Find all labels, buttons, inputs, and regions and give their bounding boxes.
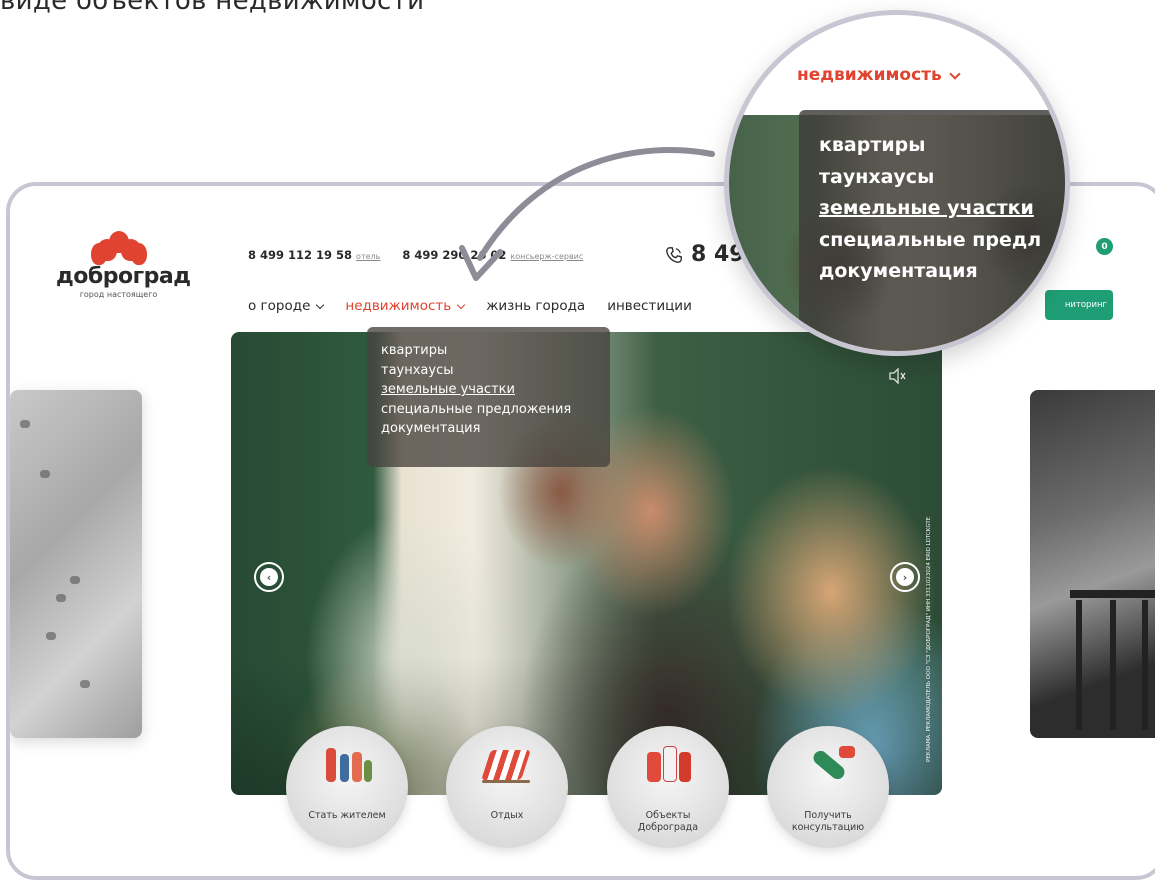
slide-preview-left[interactable]	[10, 390, 142, 738]
quick-link-become-resident[interactable]: Стать жителем	[286, 726, 408, 848]
dropdown-item-apartments[interactable]: квартиры	[381, 341, 596, 361]
real-estate-dropdown: квартиры таунхаусы земельные участки спе…	[367, 327, 610, 467]
quick-link-consultation[interactable]: Получить консультацию	[767, 726, 889, 848]
site-logo[interactable]: доброград город настоящего	[56, 231, 191, 299]
magnifier-zoom: недвижимость квартиры таунхаусы земельны…	[724, 10, 1070, 356]
chevron-down-icon	[316, 300, 325, 309]
chevron-left-icon: ‹	[260, 568, 278, 586]
slider-prev-button[interactable]: ‹	[254, 562, 284, 592]
magnified-item-special-offers[interactable]: специальные предл	[819, 225, 1065, 257]
sound-toggle-icon[interactable]	[888, 368, 908, 384]
quick-link-label: Получить консультацию	[791, 810, 865, 833]
magnified-item-apartments[interactable]: квартиры	[819, 130, 1065, 162]
logo-name: доброград	[56, 264, 191, 289]
magnified-item-land-plots[interactable]: земельные участки	[819, 193, 1065, 225]
logo-tagline: город настоящего	[79, 290, 158, 299]
dropdown-item-land-plots[interactable]: земельные участки	[381, 380, 596, 400]
family-icon	[286, 726, 408, 848]
deck-chair-icon	[446, 726, 568, 848]
quick-link-label: Отдых	[490, 810, 524, 821]
magnified-item-townhouses[interactable]: таунхаусы	[819, 162, 1065, 194]
slider-next-button[interactable]: ›	[890, 562, 920, 592]
main-nav: о городе недвижимость жизнь города инвес…	[248, 298, 692, 314]
magnified-item-documents[interactable]: документация	[819, 256, 1065, 288]
slide-preview-right[interactable]	[1030, 390, 1155, 738]
magnified-dropdown: квартиры таунхаусы земельные участки спе…	[799, 110, 1065, 351]
chevron-right-icon: ›	[896, 568, 914, 586]
phone-hotel-label[interactable]: отель	[356, 252, 380, 261]
logo-flower-icon	[90, 231, 147, 265]
nav-item-about-city[interactable]: о городе	[248, 298, 325, 314]
quick-link-label: Стать жителем	[308, 810, 386, 821]
annotation-arrow-icon	[459, 147, 715, 281]
quick-link-label: Объекты Доброграда	[637, 810, 699, 833]
phone-hotel[interactable]: 8 499 112 19 58 отель	[248, 248, 380, 262]
magnified-nav-real-estate[interactable]: недвижимость	[797, 65, 961, 85]
chevron-down-icon	[949, 67, 961, 80]
ad-legal-text: РЕКЛАМА. РЕКЛАМОДАТЕЛЬ ООО "СЗ "ДОБРОГРА…	[926, 516, 932, 762]
page-caption: виде объектов недвижимости	[0, 0, 425, 16]
nav-item-real-estate[interactable]: недвижимость	[345, 298, 466, 314]
nav-item-investments[interactable]: инвестиции	[607, 298, 692, 314]
notification-badge[interactable]: 0	[1096, 238, 1113, 255]
dropdown-item-special-offers[interactable]: специальные предложения	[381, 400, 596, 420]
quick-link-objects[interactable]: Объекты Доброграда	[607, 726, 729, 848]
chevron-down-icon	[456, 300, 466, 309]
dropdown-item-townhouses[interactable]: таунхаусы	[381, 361, 596, 381]
nav-item-city-life[interactable]: жизнь города	[486, 298, 585, 314]
quick-link-leisure[interactable]: Отдых	[446, 726, 568, 848]
dropdown-item-documents[interactable]: документация	[381, 419, 596, 439]
